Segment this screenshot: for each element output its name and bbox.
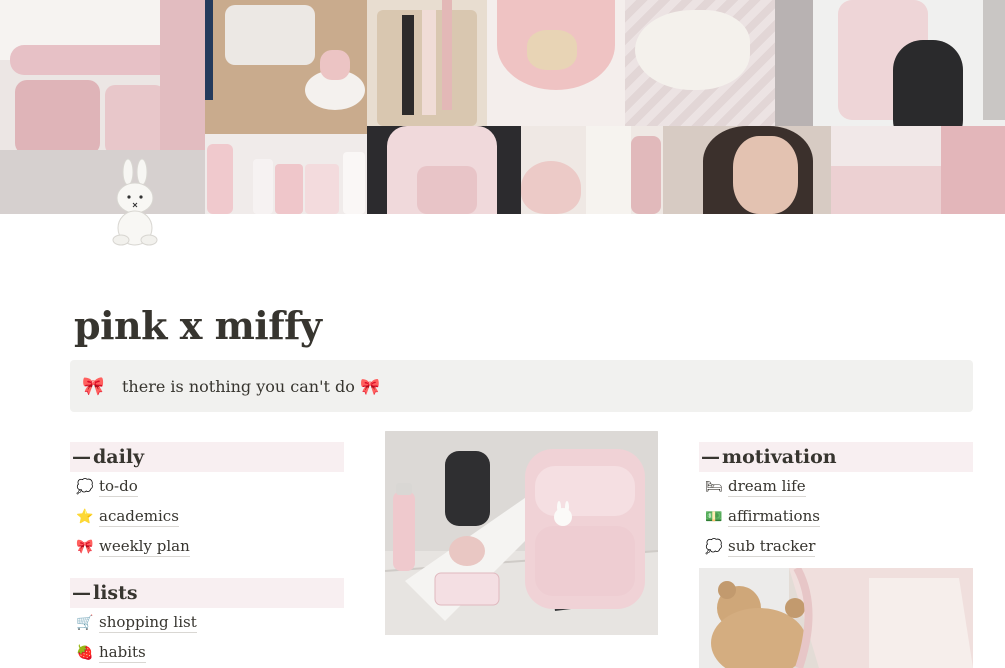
heading-label: lists <box>93 582 138 604</box>
cover-tile-teapot <box>205 0 367 134</box>
page-link-sub-tracker[interactable]: 💭 sub tracker <box>699 532 973 562</box>
page-link-affirmations[interactable]: 💵 affirmations <box>699 502 973 532</box>
heading-daily[interactable]: — daily <box>70 442 344 472</box>
page-link-to-do[interactable]: 💭 to-do <box>70 472 344 502</box>
page-link-label[interactable]: habits <box>99 643 146 663</box>
page-link-label[interactable]: to-do <box>99 477 138 497</box>
backpack-illustration <box>385 431 658 635</box>
middle-column <box>385 431 658 635</box>
cover-tile-portrait <box>663 126 831 214</box>
speech-bubble-icon: 💭 <box>705 539 723 555</box>
heading-lists[interactable]: — lists <box>70 578 344 608</box>
cover-tile-pancakes <box>487 0 625 126</box>
page-link-habits[interactable]: 🍓 habits <box>70 638 344 668</box>
heading-motivation[interactable]: — motivation <box>699 442 973 472</box>
backpack-photo[interactable] <box>385 431 658 635</box>
page-link-label[interactable]: sub tracker <box>728 537 816 557</box>
dash-glyph: — <box>72 582 91 604</box>
page-link-label[interactable]: weekly plan <box>99 537 190 557</box>
heading-label: daily <box>93 446 145 468</box>
speech-bubble-icon: 💭 <box>76 479 94 495</box>
dash-glyph: — <box>72 446 91 468</box>
page-link-label[interactable]: affirmations <box>728 507 820 527</box>
money-icon: 💵 <box>705 509 723 525</box>
teddy-bear-illustration <box>699 568 973 668</box>
bed-icon: 🛏 <box>705 479 723 495</box>
ribbon-icon: 🎀 <box>82 375 105 397</box>
dash-glyph: — <box>701 446 720 468</box>
miffy-page-icon[interactable] <box>106 158 164 248</box>
heading-label: motivation <box>722 446 837 468</box>
cover-tile-blanket <box>625 0 813 126</box>
page-title[interactable]: pink x miffy <box>74 302 322 350</box>
left-column: — daily 💭 to-do ⭐ academics 🎀 weekly pla… <box>70 442 344 668</box>
page-link-label[interactable]: shopping list <box>99 613 197 633</box>
cover-tile-skincare <box>205 134 367 214</box>
cart-icon: 🛒 <box>76 615 94 631</box>
star-icon: ⭐ <box>76 509 94 525</box>
cover-tile-heart-bag <box>521 126 663 214</box>
cover-tile-bag <box>367 0 487 126</box>
callout-text[interactable]: there is nothing you can't do 🎀 <box>122 377 380 396</box>
right-column: — motivation 🛏 dream life 💵 affirmations… <box>699 442 973 668</box>
habit-icon: 🍓 <box>76 645 94 661</box>
page-link-label[interactable]: academics <box>99 507 179 527</box>
page-link-academics[interactable]: ⭐ academics <box>70 502 344 532</box>
page-link-weekly-plan[interactable]: 🎀 weekly plan <box>70 532 344 562</box>
page-link-shopping-list[interactable]: 🛒 shopping list <box>70 608 344 638</box>
callout-block[interactable]: 🎀 there is nothing you can't do 🎀 <box>70 360 973 412</box>
ribbon-icon: 🎀 <box>76 539 94 555</box>
page-link-dream-life[interactable]: 🛏 dream life <box>699 472 973 502</box>
cover-tile-car <box>367 126 521 214</box>
teddy-bear-photo[interactable] <box>699 568 973 668</box>
cover-tile-pink-blanket <box>831 126 1005 214</box>
page-link-label[interactable]: dream life <box>728 477 806 497</box>
cover-tile-bedroom <box>0 0 205 214</box>
miffy-icon <box>112 158 158 246</box>
